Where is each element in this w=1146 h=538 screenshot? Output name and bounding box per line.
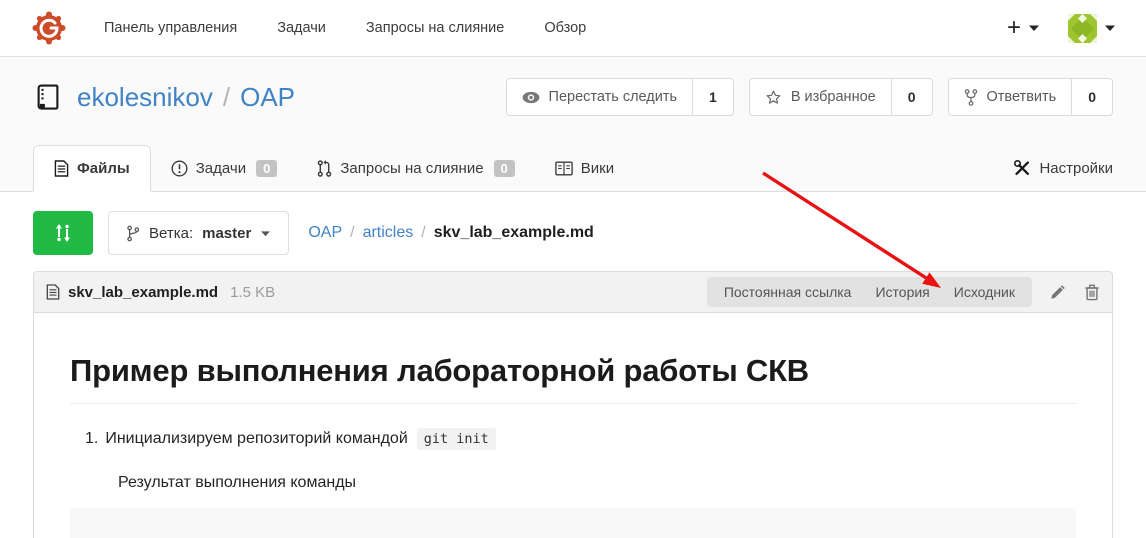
branch-icon [126, 225, 140, 242]
nav-pull-requests[interactable]: Запросы на слияние [346, 20, 524, 36]
tab-wiki[interactable]: Вики [535, 146, 634, 191]
code-block [70, 508, 1076, 538]
repo-tabs: Файлы Задачи 0 Запросы на слияние 0 [33, 145, 1113, 191]
wiki-icon [555, 161, 573, 176]
eye-icon [522, 91, 540, 104]
star-button-group: В избранное 0 [749, 78, 933, 116]
branch-name: master [202, 225, 251, 242]
top-navbar: Панель управления Задачи Запросы на слия… [0, 0, 1146, 57]
fork-icon [964, 89, 978, 106]
file-panel: skv_lab_example.md 1.5 KB Постоянная ссы… [33, 271, 1113, 538]
compare-button[interactable] [33, 211, 93, 255]
repo-separator: / [223, 82, 230, 113]
star-button[interactable]: В избранное [750, 79, 892, 115]
repo-header: ekolesnikov / OAP Перестать следить 1 [0, 57, 1146, 192]
markdown-heading: Пример выполнения лабораторной работы СК… [70, 353, 1076, 404]
fork-button[interactable]: Ответвить [949, 79, 1073, 115]
breadcrumb: OAP / articles / skv_lab_example.md [308, 224, 593, 242]
permalink-button[interactable]: Постоянная ссылка [712, 284, 864, 300]
fork-button-group: Ответвить 0 [948, 78, 1113, 116]
user-avatar[interactable] [1068, 14, 1097, 43]
tools-icon [1013, 159, 1031, 177]
repo-content: Ветка: master OAP / articles / skv_lab_e… [0, 211, 1146, 538]
issue-icon [171, 160, 188, 177]
markdown-list-item: 1. Инициализируем репозиторий командой g… [85, 428, 1076, 450]
nav-explore[interactable]: Обзор [524, 20, 606, 36]
pencil-icon [1049, 283, 1067, 301]
trash-icon [1084, 283, 1100, 301]
branch-selector[interactable]: Ветка: master [108, 211, 289, 255]
fork-count[interactable]: 0 [1072, 79, 1112, 115]
file-title: skv_lab_example.md 1.5 KB [46, 284, 275, 301]
issues-count-badge: 0 [256, 160, 277, 177]
repo-book-icon [33, 82, 63, 112]
unwatch-button[interactable]: Перестать следить [507, 79, 694, 115]
edit-file-button[interactable] [1049, 283, 1067, 301]
markdown-content: Пример выполнения лабораторной работы СК… [34, 313, 1112, 538]
pull-request-icon [317, 160, 332, 177]
tab-pull-requests[interactable]: Запросы на слияние 0 [297, 146, 534, 191]
file-actions: Постоянная ссылка История Исходник [707, 277, 1100, 307]
nav-issues[interactable]: Задачи [257, 20, 346, 36]
tab-settings[interactable]: Настройки [993, 145, 1113, 191]
navbar-right: + [1007, 14, 1116, 43]
delete-file-button[interactable] [1084, 283, 1100, 301]
file-name: skv_lab_example.md [68, 284, 218, 301]
repo-owner-link[interactable]: ekolesnikov [77, 82, 213, 113]
breadcrumb-file: skv_lab_example.md [434, 224, 594, 242]
history-button[interactable]: История [863, 284, 941, 300]
chevron-down-icon[interactable] [1104, 24, 1116, 32]
chevron-down-icon[interactable] [1028, 24, 1040, 32]
markdown-paragraph: Результат выполнения команды [118, 474, 1076, 492]
gitea-logo-icon[interactable] [30, 9, 68, 47]
repo-actions: Перестать следить 1 В избранное 0 [506, 78, 1113, 116]
file-view-buttons: Постоянная ссылка История Исходник [707, 277, 1032, 307]
breadcrumb-dir[interactable]: articles [363, 224, 414, 242]
breadcrumb-repo[interactable]: OAP [308, 224, 342, 242]
chevron-down-icon [260, 230, 271, 237]
branch-row: Ветка: master OAP / articles / skv_lab_e… [33, 211, 1113, 255]
create-new-button[interactable]: + [1007, 16, 1021, 40]
tab-files[interactable]: Файлы [33, 145, 151, 192]
nav-dashboard[interactable]: Панель управления [84, 20, 257, 36]
watch-count[interactable]: 1 [693, 79, 733, 115]
branch-label: Ветка: [149, 225, 193, 242]
star-count[interactable]: 0 [892, 79, 932, 115]
watch-button-group: Перестать следить 1 [506, 78, 734, 116]
repo-name-link[interactable]: OAP [240, 82, 295, 113]
repo-title: ekolesnikov / OAP [33, 82, 295, 113]
tab-issues[interactable]: Задачи 0 [151, 146, 298, 191]
raw-button[interactable]: Исходник [942, 284, 1027, 300]
file-header-bar: skv_lab_example.md 1.5 KB Постоянная ссы… [34, 272, 1112, 313]
inline-code: git init [417, 428, 496, 450]
star-icon [765, 89, 782, 106]
pull-requests-count-badge: 0 [494, 160, 515, 177]
file-size: 1.5 KB [230, 284, 275, 301]
file-icon [46, 284, 60, 300]
compare-icon [53, 222, 73, 244]
file-icon [54, 160, 69, 177]
